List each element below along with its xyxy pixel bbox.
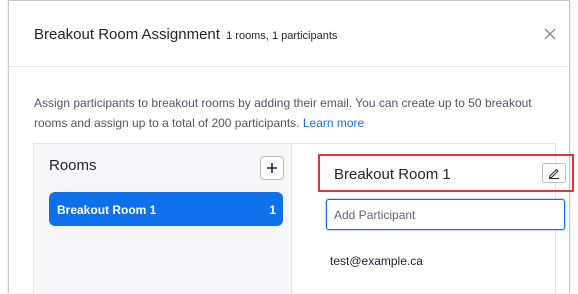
pencil-icon xyxy=(548,168,559,179)
plus-icon xyxy=(267,163,277,173)
description-text: Assign participants to breakout rooms by… xyxy=(34,96,532,130)
learn-more-link[interactable]: Learn more xyxy=(303,116,364,130)
dialog-subtitle: 1 rooms, 1 participants xyxy=(226,30,338,42)
breakout-room-dialog: Breakout Room Assignment 1 rooms, 1 part… xyxy=(8,0,574,294)
room-name-header: Breakout Room 1 xyxy=(318,154,574,192)
room-item-count: 1 xyxy=(269,203,276,217)
rooms-heading: Rooms xyxy=(49,157,97,174)
rooms-column: Rooms Breakout Room 1 1 xyxy=(34,144,292,294)
dialog-header: Breakout Room Assignment 1 rooms, 1 part… xyxy=(9,1,569,67)
assignment-panel: Rooms Breakout Room 1 1 Breakout Room 1 xyxy=(33,143,574,294)
room-item-name: Breakout Room 1 xyxy=(57,203,157,217)
room-list-item[interactable]: Breakout Room 1 1 xyxy=(49,192,283,226)
add-room-button[interactable] xyxy=(260,156,284,180)
close-button[interactable] xyxy=(539,23,561,45)
room-name: Breakout Room 1 xyxy=(334,166,451,183)
close-icon xyxy=(544,28,556,40)
room-detail-column: Breakout Room 1 test@example.ca xyxy=(292,144,574,294)
description: Assign participants to breakout rooms by… xyxy=(34,93,554,133)
participant-item: test@example.ca xyxy=(330,254,423,268)
dialog-title: Breakout Room Assignment 1 rooms, 1 part… xyxy=(34,26,337,43)
add-participant-input[interactable] xyxy=(326,199,565,230)
dialog-title-text: Breakout Room Assignment xyxy=(34,26,220,43)
rename-room-button[interactable] xyxy=(542,163,566,183)
